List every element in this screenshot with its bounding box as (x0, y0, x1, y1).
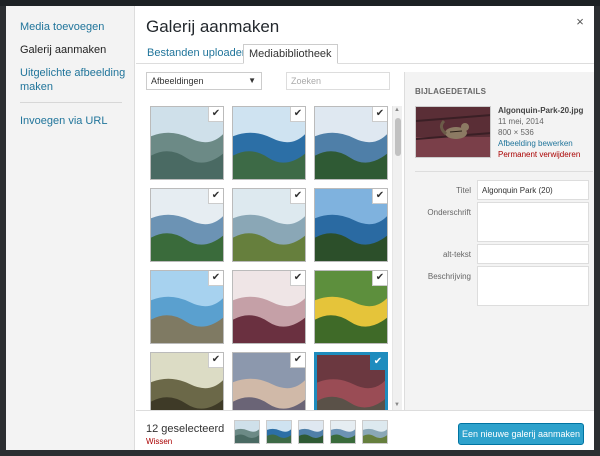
caption-label: Onderschrift (427, 208, 471, 217)
checkmark-icon[interactable]: ✔ (372, 189, 387, 204)
selection-thumbnail[interactable] (298, 420, 324, 444)
checkmark-icon[interactable]: ✔ (208, 271, 223, 286)
checkmark-icon[interactable]: ✔ (208, 189, 223, 204)
title-label: Titel (456, 186, 471, 195)
attachment-thumbnail[interactable]: ✔ (232, 106, 306, 180)
selection-thumbnail[interactable] (362, 420, 388, 444)
menu-item-featured-image[interactable]: Uitgelichte afbeelding maken (20, 66, 128, 94)
attachment-thumbnail[interactable]: ✔ (232, 270, 306, 344)
selection-thumbnail[interactable] (234, 420, 260, 444)
attachment-thumbnail[interactable]: ✔ (150, 270, 224, 344)
search-input[interactable] (286, 72, 390, 90)
attachment-dimensions: 800 × 536 (498, 128, 534, 137)
menu-item-insert-url[interactable]: Invoegen via URL (20, 114, 128, 128)
media-menu: Media toevoegen Galerij aanmaken Uitgeli… (6, 6, 135, 450)
checkmark-icon[interactable]: ✔ (372, 107, 387, 122)
attachment-thumbnail[interactable]: ✔ (150, 188, 224, 262)
close-icon[interactable]: × (573, 14, 587, 29)
chevron-down-icon: ▼ (248, 76, 256, 85)
caption-field[interactable] (477, 202, 589, 242)
menu-item-create-gallery[interactable]: Galerij aanmaken (20, 43, 128, 57)
attachment-thumbnail[interactable]: ✔ (314, 188, 388, 262)
attachment-thumbnail[interactable]: ✔ (232, 352, 306, 410)
attachment-thumbnail[interactable]: ✔ (314, 270, 388, 344)
attachment-thumbnail[interactable]: ✔ (314, 352, 388, 410)
checkmark-icon[interactable]: ✔ (290, 271, 305, 286)
grid-scrollbar[interactable]: ▲ ▼ (392, 106, 402, 412)
modal-footer: 12 geselecteerd Wissen Een nieuwe galeri… (136, 410, 594, 450)
media-modal: Media toevoegen Galerij aanmaken Uitgeli… (6, 6, 594, 450)
edit-image-link[interactable]: Afbeelding bewerken (498, 139, 573, 148)
attachment-thumbnail[interactable]: ✔ (150, 352, 224, 410)
attachment-details-sidebar: BIJLAGEDETAILS Algonquin-Park-20.jpg 11 … (404, 72, 594, 410)
scrollbar-thumb[interactable] (395, 118, 401, 156)
selection-thumbnail[interactable] (266, 420, 292, 444)
create-gallery-button[interactable]: Een nieuwe galerij aanmaken (458, 423, 584, 445)
scroll-down-icon[interactable]: ▼ (394, 402, 400, 408)
checkmark-icon[interactable]: ✔ (372, 271, 387, 286)
attachment-thumbnail[interactable]: ✔ (150, 106, 224, 180)
attachment-date: 11 mei, 2014 (498, 117, 544, 126)
checkmark-icon[interactable]: ✔ (208, 107, 223, 122)
media-filter-value: Afbeeldingen (151, 76, 204, 86)
checkmark-icon[interactable]: ✔ (290, 189, 305, 204)
menu-separator (20, 102, 122, 103)
tab-media-library[interactable]: Mediabibliotheek (243, 44, 338, 64)
sidebar-separator (415, 171, 593, 172)
checkmark-icon[interactable]: ✔ (370, 355, 385, 370)
description-label: Beschrijving (427, 272, 471, 281)
menu-item-add-media[interactable]: Media toevoegen (20, 20, 128, 34)
description-field[interactable] (477, 266, 589, 306)
tab-upload-files[interactable]: Bestanden uploaden (142, 44, 253, 64)
checkmark-icon[interactable]: ✔ (290, 353, 305, 368)
attachment-preview-image (415, 106, 491, 158)
selection-count: 12 geselecteerd (146, 423, 225, 435)
scroll-up-icon[interactable]: ▲ (394, 107, 400, 113)
attachment-thumbnail[interactable]: ✔ (232, 188, 306, 262)
attachment-filename: Algonquin-Park-20.jpg (498, 106, 584, 115)
clear-selection-link[interactable]: Wissen (146, 437, 172, 446)
title-field[interactable] (477, 180, 589, 200)
delete-permanently-link[interactable]: Permanent verwijderen (498, 150, 580, 159)
checkmark-icon[interactable]: ✔ (208, 353, 223, 368)
alt-text-field[interactable] (477, 244, 589, 264)
attachment-thumbnail[interactable]: ✔ (314, 106, 388, 180)
alt-text-label: alt-tekst (442, 250, 471, 259)
media-filter-select[interactable]: Afbeeldingen ▼ (146, 72, 262, 90)
attachment-details-heading: BIJLAGEDETAILS (415, 87, 487, 96)
attachments-grid: ✔ ✔ ✔ ✔ ✔ ✔ ✔ ✔ ✔ ✔ ✔ ✔ (136, 96, 398, 410)
modal-title: Galerij aanmaken (146, 17, 280, 36)
selection-thumbnail[interactable] (330, 420, 356, 444)
checkmark-icon[interactable]: ✔ (290, 107, 305, 122)
